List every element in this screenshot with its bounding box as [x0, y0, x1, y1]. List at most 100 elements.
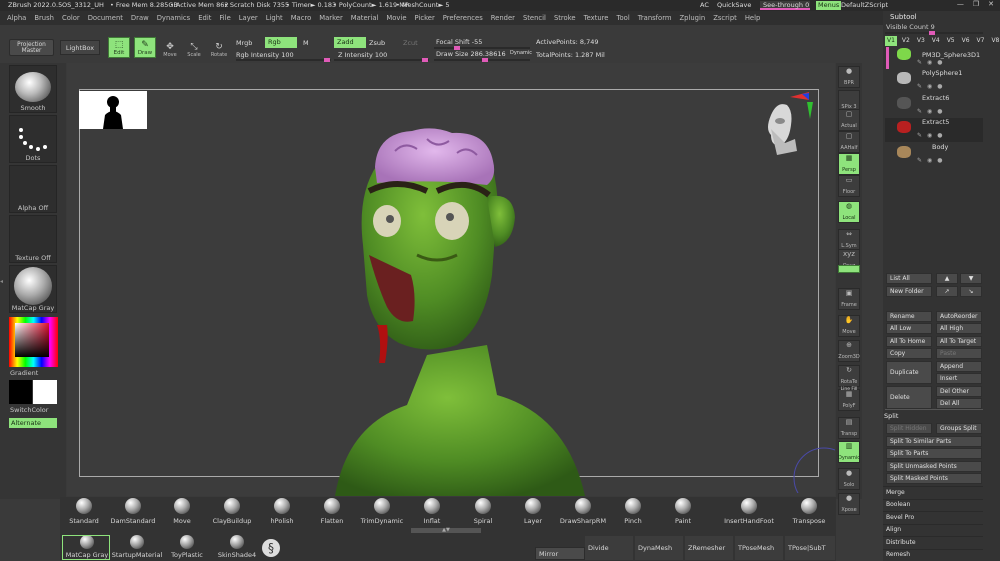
split-to-parts-button[interactable]: Split To Parts [886, 448, 982, 459]
list-all-button[interactable]: List All [886, 273, 932, 284]
menus-toggle[interactable]: Menus [816, 1, 842, 10]
menu-transform[interactable]: Transform [638, 14, 672, 22]
brush-thumbnail[interactable]: Smooth [9, 65, 57, 113]
insert-button[interactable]: Insert [936, 373, 982, 384]
copy-button[interactable]: Copy [886, 348, 932, 359]
brush-standard[interactable]: Standard [60, 498, 108, 528]
brush-paint[interactable]: Paint [659, 498, 707, 528]
polyf-button[interactable]: ▦ PolyF [838, 389, 860, 411]
focal-shift-slider[interactable] [434, 46, 530, 50]
subpalette-bevel-pro[interactable]: Bevel Pro [883, 511, 983, 522]
menu-zscript[interactable]: Zscript [713, 14, 737, 22]
brush-layer[interactable]: Layer [509, 498, 557, 528]
menu-document[interactable]: Document [88, 14, 123, 22]
del-all-button[interactable]: Del All [936, 398, 982, 409]
paste-button[interactable]: Paste [936, 348, 982, 359]
menu-layer[interactable]: Layer [239, 14, 258, 22]
visibility-eye-icon[interactable]: ◉ [927, 83, 932, 90]
polypaint-icon[interactable]: ✎ [917, 59, 922, 66]
menu-picker[interactable]: Picker [415, 14, 435, 22]
material-skinshade4[interactable]: SkinShade4 [212, 535, 262, 559]
material-startupmaterial[interactable]: StartupMaterial [112, 535, 162, 559]
menu-zplugin[interactable]: Zplugin [680, 14, 706, 22]
zcut-button[interactable]: Zcut [403, 40, 418, 47]
subpalette-merge[interactable]: Merge [883, 486, 983, 497]
visibility-eye-icon[interactable]: ◉ [927, 108, 932, 115]
tpose-subt-button[interactable]: TPose|SubT [785, 536, 835, 560]
menu-preferences[interactable]: Preferences [443, 14, 483, 22]
quicksave-button[interactable]: QuickSave [717, 2, 751, 9]
document-canvas[interactable] [67, 63, 835, 496]
solo-icon[interactable]: ● [937, 108, 942, 115]
brush-spiral[interactable]: Spiral [459, 498, 507, 528]
rgb-intensity-slider[interactable] [236, 58, 331, 62]
menu-macro[interactable]: Macro [291, 14, 312, 22]
gradient-label[interactable]: Gradient [10, 370, 38, 377]
aahalf-button[interactable]: ▢ AAHalf [838, 131, 860, 153]
dynamic-button-shelf[interactable]: ▥ Dynamic [838, 441, 860, 463]
navigation-thumbnail[interactable] [79, 91, 147, 129]
xyz-toggle[interactable] [838, 265, 860, 273]
rgb-button[interactable]: Rgb [265, 37, 297, 48]
subtool-item[interactable]: Extract5 ✎ ◉ ● [885, 118, 983, 142]
draw-button[interactable]: ✎ Draw [134, 37, 156, 58]
default-zscript[interactable]: DefaultZScript [841, 2, 888, 9]
menu-edit[interactable]: Edit [198, 14, 211, 22]
rename-button[interactable]: Rename [886, 311, 932, 322]
transp-button[interactable]: ▤ Transp [838, 417, 860, 439]
menu-marker[interactable]: Marker [319, 14, 343, 22]
edit-button[interactable]: ⬚ Edit [108, 37, 130, 58]
primary-color-swatch[interactable] [33, 380, 57, 404]
ac-label[interactable]: AC [700, 2, 709, 9]
menu-render[interactable]: Render [491, 14, 515, 22]
groups-split-button[interactable]: Groups Split [936, 423, 982, 434]
material-toyplastic[interactable]: ToyPlastic [162, 535, 212, 559]
brush-inserthandfoot[interactable]: InsertHandFoot [724, 498, 774, 528]
divide-button[interactable]: Divide [585, 536, 633, 560]
brush-pinch[interactable]: Pinch [609, 498, 657, 528]
secondary-color-swatch[interactable] [9, 380, 32, 404]
alternate-button[interactable]: Alternate [9, 418, 57, 428]
arrow-down-icon[interactable]: ▼ [960, 273, 982, 284]
brush-damstandard[interactable]: DamStandard [109, 498, 157, 528]
lightbox-button[interactable]: LightBox [60, 40, 100, 55]
material-thumbnail[interactable]: MatCap Gray [9, 265, 57, 313]
mirror-button[interactable]: Mirror [535, 547, 585, 560]
all-high-button[interactable]: All High [936, 323, 982, 334]
subpalette-align[interactable]: Align [883, 523, 983, 535]
local-button[interactable]: ◍ Local [838, 201, 860, 223]
color-picker-square[interactable] [15, 323, 49, 357]
subtool-title[interactable]: Subtool [890, 14, 917, 21]
switch-color-button[interactable]: SwitchColor [10, 407, 48, 414]
menu-light[interactable]: Light [266, 14, 283, 22]
delete-button[interactable]: Delete [886, 386, 932, 409]
move-view-button[interactable]: ✋ Move [838, 315, 860, 337]
floor-button[interactable]: ▭ Floor [838, 175, 860, 197]
all-to-home-button[interactable]: All To Home [886, 336, 932, 347]
polypaint-icon[interactable]: ✎ [917, 132, 922, 139]
menu-alpha[interactable]: Alpha [7, 14, 26, 22]
menu-file[interactable]: File [219, 14, 230, 22]
rotate-mode-button[interactable]: ↻ Rotate [208, 37, 230, 59]
brush-trimdynamic[interactable]: TrimDynamic [358, 498, 406, 528]
polypaint-icon[interactable]: ✎ [917, 83, 922, 90]
projection-master-button[interactable]: Projection Master [9, 39, 54, 56]
menu-dynamics[interactable]: Dynamics [157, 14, 191, 22]
frame-button[interactable]: ▣ Frame [838, 288, 860, 310]
lsym-button[interactable]: ⇔ L.Sym [838, 229, 860, 251]
move-down-icon[interactable]: ↘ [960, 286, 982, 297]
polypaint-icon[interactable]: ✎ [917, 157, 922, 164]
menu-movie[interactable]: Movie [386, 14, 406, 22]
menu-help[interactable]: Help [745, 14, 761, 22]
close-icon[interactable]: ✕ [988, 0, 994, 11]
del-other-button[interactable]: Del Other [936, 386, 982, 397]
scale-mode-button[interactable]: ⤡ Scale [183, 37, 205, 59]
persp-button[interactable]: ▦ Persp [838, 153, 860, 175]
split-unmasked-points-button[interactable]: Split Unmasked Points [886, 461, 982, 472]
split-hidden-button[interactable]: Split Hidden [886, 423, 932, 434]
polypaint-icon[interactable]: ✎ [917, 108, 922, 115]
visibility-eye-icon[interactable]: ◉ [927, 59, 932, 66]
m-button[interactable]: M [303, 40, 309, 47]
all-low-button[interactable]: All Low [886, 323, 932, 334]
see-through-slider[interactable]: See-through 0 [760, 1, 810, 10]
